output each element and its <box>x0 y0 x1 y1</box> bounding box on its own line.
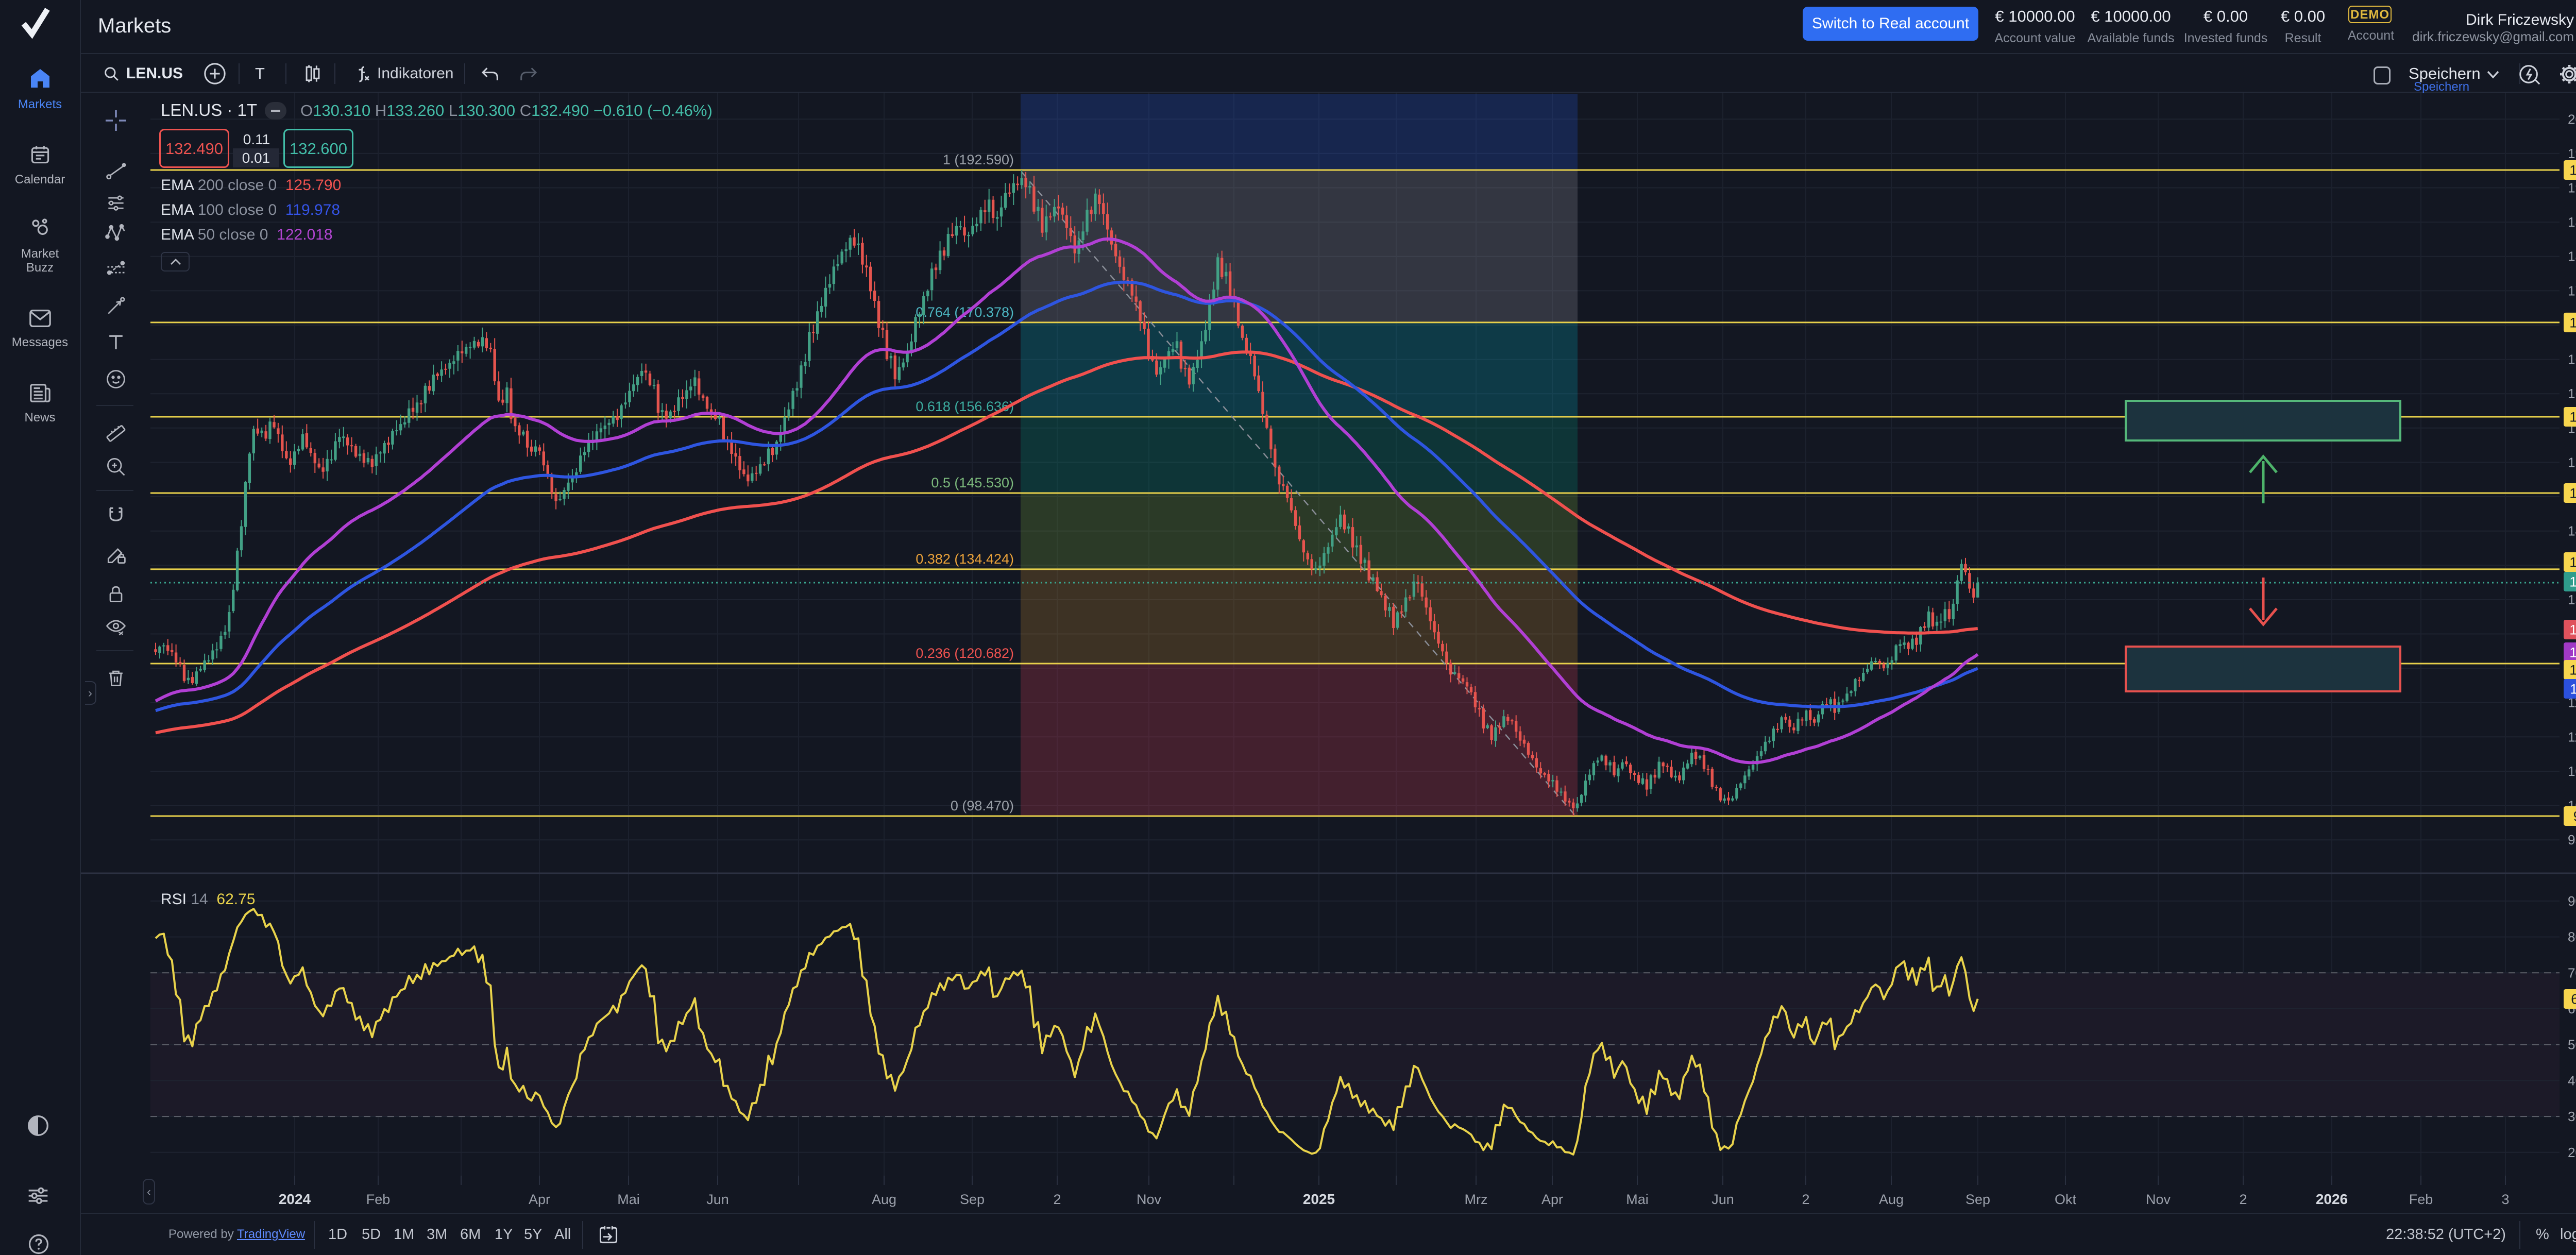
svg-text:Apr: Apr <box>1541 1192 1563 1207</box>
svg-text:156.636: 156.636 <box>2569 410 2576 425</box>
svg-text:200.000: 200.000 <box>2568 111 2576 127</box>
svg-text:20.00: 20.00 <box>2568 1145 2576 1160</box>
svg-text:2: 2 <box>1802 1192 1809 1207</box>
svg-text:1 (192.590): 1 (192.590) <box>943 152 1014 167</box>
svg-text:Nov: Nov <box>2146 1192 2171 1207</box>
svg-text:40.00: 40.00 <box>2568 1073 2576 1088</box>
svg-text:192.590: 192.590 <box>2569 163 2576 178</box>
svg-text:Aug: Aug <box>1879 1192 1904 1207</box>
svg-text:Mai: Mai <box>617 1192 640 1207</box>
svg-text:125.790: 125.790 <box>2569 622 2576 638</box>
svg-text:95.000: 95.000 <box>2568 832 2576 847</box>
svg-text:Feb: Feb <box>366 1192 391 1207</box>
svg-text:Okt: Okt <box>2055 1192 2077 1207</box>
svg-text:80.00: 80.00 <box>2568 929 2576 945</box>
svg-text:Jun: Jun <box>1711 1192 1734 1207</box>
svg-text:3: 3 <box>2501 1192 2509 1207</box>
svg-text:Apr: Apr <box>529 1192 550 1207</box>
svg-text:Mai: Mai <box>1626 1192 1649 1207</box>
svg-text:2025: 2025 <box>1303 1191 1335 1207</box>
svg-text:Sep: Sep <box>1965 1192 1990 1207</box>
svg-text:62.75: 62.75 <box>2571 992 2576 1007</box>
svg-text:132.490: 132.490 <box>2569 574 2576 590</box>
svg-text:150.000: 150.000 <box>2568 454 2576 470</box>
svg-text:Feb: Feb <box>2409 1192 2433 1207</box>
svg-text:110.000: 110.000 <box>2568 729 2576 744</box>
svg-text:2: 2 <box>2239 1192 2247 1207</box>
svg-text:Aug: Aug <box>872 1192 896 1207</box>
svg-text:175.000: 175.000 <box>2568 283 2576 298</box>
svg-text:119.978: 119.978 <box>2570 682 2576 697</box>
svg-text:185.000: 185.000 <box>2568 214 2576 230</box>
svg-text:130.000: 130.000 <box>2568 592 2576 607</box>
svg-text:30.00: 30.00 <box>2568 1109 2576 1124</box>
svg-text:Mrz: Mrz <box>1465 1192 1488 1207</box>
svg-text:190.000: 190.000 <box>2568 180 2576 196</box>
svg-text:145.530: 145.530 <box>2569 486 2576 501</box>
svg-text:0.236 (120.682): 0.236 (120.682) <box>916 646 1014 661</box>
svg-text:Sep: Sep <box>960 1192 985 1207</box>
svg-text:50.00: 50.00 <box>2568 1037 2576 1053</box>
svg-text:2024: 2024 <box>279 1191 311 1207</box>
svg-text:0.5 (145.530): 0.5 (145.530) <box>931 475 1014 490</box>
svg-text:70.00: 70.00 <box>2568 965 2576 980</box>
svg-text:170.378: 170.378 <box>2569 315 2576 330</box>
svg-text:0.382 (134.424): 0.382 (134.424) <box>916 551 1014 567</box>
svg-text:2: 2 <box>1053 1192 1061 1207</box>
svg-text:134.424: 134.424 <box>2569 555 2576 570</box>
svg-text:105.000: 105.000 <box>2568 764 2576 779</box>
svg-text:2026: 2026 <box>2316 1191 2348 1207</box>
svg-text:140.000: 140.000 <box>2568 523 2576 539</box>
svg-text:Nov: Nov <box>1137 1192 1162 1207</box>
svg-text:120.682: 120.682 <box>2569 663 2576 678</box>
svg-text:165.000: 165.000 <box>2568 352 2576 367</box>
svg-text:180.000: 180.000 <box>2568 249 2576 264</box>
svg-text:195.000: 195.000 <box>2568 146 2576 161</box>
svg-text:0 (98.470): 0 (98.470) <box>951 798 1014 813</box>
svg-text:Jun: Jun <box>706 1192 729 1207</box>
svg-text:122.018: 122.018 <box>2569 645 2576 660</box>
svg-text:98.470: 98.470 <box>2573 809 2576 824</box>
svg-text:160.000: 160.000 <box>2568 386 2576 401</box>
svg-text:90.00: 90.00 <box>2568 893 2576 909</box>
